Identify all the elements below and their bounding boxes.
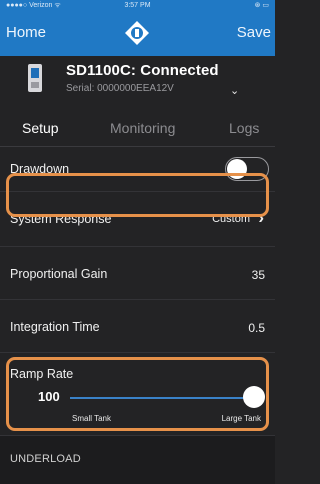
ramp-rate-slider-track[interactable]: [70, 397, 250, 399]
home-button[interactable]: Home: [6, 24, 46, 41]
section-header-label: UNDERLOAD: [10, 453, 81, 465]
slider-max-label: Large Tank: [221, 414, 261, 423]
system-response-row[interactable]: System Response Custom ›: [0, 192, 275, 247]
status-time: 3:57 PM: [124, 2, 151, 9]
tab-logs[interactable]: Logs: [229, 120, 259, 136]
drawdown-toggle[interactable]: [225, 157, 269, 181]
chevron-down-icon[interactable]: ⌄: [230, 84, 239, 97]
save-button[interactable]: Save: [237, 24, 271, 41]
chevron-right-icon: ›: [258, 208, 264, 227]
drawdown-row: Drawdown: [0, 147, 275, 192]
battery-icon: ⊛ ▭: [254, 2, 269, 9]
ramp-rate-slider-thumb[interactable]: [243, 386, 265, 408]
ramp-rate-label: Ramp Rate: [10, 367, 74, 381]
drawdown-label: Drawdown: [10, 162, 70, 176]
tab-setup[interactable]: Setup: [22, 120, 59, 136]
system-response-value: Custom: [212, 213, 250, 225]
integration-time-value: 0.5: [248, 321, 265, 335]
proportional-gain-label: Proportional Gain: [10, 267, 108, 281]
proportional-gain-row[interactable]: Proportional Gain 35: [0, 247, 275, 300]
section-header-underload: UNDERLOAD: [0, 436, 275, 484]
device-serial: Serial: 0000000EEA12V: [66, 83, 174, 94]
device-title: SD1100C: Connected: [66, 62, 219, 79]
toggle-knob: [227, 159, 247, 179]
status-bar: ●●●●○ Verizon ᯤ 3:57 PM ⊛ ▭: [0, 0, 275, 12]
system-response-label: System Response: [10, 212, 112, 226]
integration-time-row[interactable]: Integration Time 0.5: [0, 300, 275, 353]
device-selector[interactable]: SD1100C: Connected Serial: 0000000EEA12V…: [0, 56, 275, 112]
tab-bar: Setup Monitoring Logs: [0, 112, 275, 147]
ramp-rate-value: 100: [38, 389, 60, 404]
proportional-gain-value: 35: [251, 268, 265, 282]
navigation-bar: Home Save: [0, 12, 275, 56]
drive-device-icon: [28, 64, 42, 92]
tab-monitoring[interactable]: Monitoring: [110, 120, 175, 136]
integration-time-label: Integration Time: [10, 320, 100, 334]
brand-logo-icon: [125, 21, 149, 45]
slider-min-label: Small Tank: [72, 414, 111, 423]
